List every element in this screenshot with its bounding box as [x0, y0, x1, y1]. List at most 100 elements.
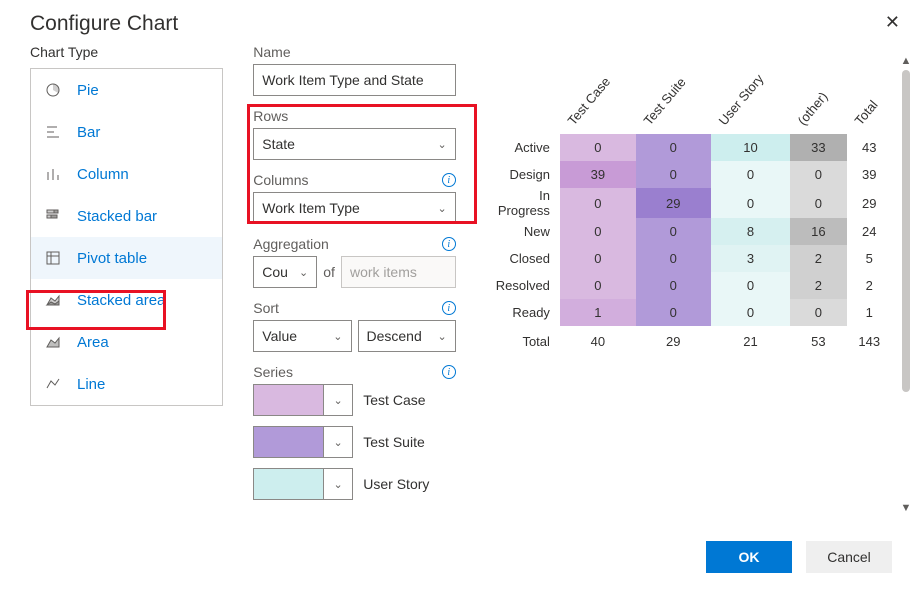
- chart-type-label: Chart Type: [30, 44, 223, 60]
- sort-label: Sort: [253, 300, 279, 316]
- chevron-down-icon: ⌄: [438, 138, 447, 151]
- aggregation-select[interactable]: Cou ⌄: [253, 256, 317, 288]
- chart-type-label: Pie: [77, 82, 99, 99]
- chevron-down-icon: ⌄: [333, 330, 342, 343]
- pivot-row-header: Closed: [496, 245, 560, 272]
- stacked-bar-icon: [43, 208, 63, 224]
- aggregation-target: work items: [341, 256, 456, 288]
- pivot-cell: 0: [636, 272, 711, 299]
- info-icon[interactable]: i: [442, 365, 456, 379]
- pivot-cell: 0: [560, 272, 636, 299]
- chart-type-label: Pivot table: [77, 250, 147, 267]
- pivot-row-header: In Progress: [496, 188, 560, 218]
- series-color-select[interactable]: ⌄: [253, 468, 353, 500]
- pivot-cell: 8: [711, 218, 790, 245]
- scrollbar[interactable]: ▲ ▼: [898, 54, 914, 515]
- info-icon[interactable]: i: [442, 301, 456, 315]
- cancel-button[interactable]: Cancel: [806, 541, 892, 573]
- pivot-row-header: Active: [496, 134, 560, 161]
- pivot-cell: 39: [560, 161, 636, 188]
- chart-type-label: Stacked bar: [77, 208, 157, 225]
- pivot-row-header: Resolved: [496, 272, 560, 299]
- series-name: Test Case: [363, 392, 425, 408]
- pivot-cell: 10: [711, 134, 790, 161]
- pivot-cell: 1: [560, 299, 636, 326]
- scroll-up-icon[interactable]: ▲: [898, 54, 914, 68]
- chart-type-bar[interactable]: Bar: [31, 111, 222, 153]
- name-label: Name: [253, 44, 290, 60]
- name-input[interactable]: Work Item Type and State: [253, 64, 455, 96]
- scroll-thumb[interactable]: [902, 70, 910, 392]
- aggregation-label: Aggregation: [253, 236, 329, 252]
- pivot-cell: 39: [847, 161, 892, 188]
- chart-type-label: Bar: [77, 124, 100, 141]
- chart-type-list: Pie Bar Column Stacked bar Pivot table Stacke…: [30, 68, 223, 406]
- series-row: ⌄User Story: [253, 468, 455, 500]
- pivot-cell: 0: [636, 218, 711, 245]
- series-label: Series: [253, 364, 293, 380]
- pivot-cell: 0: [636, 245, 711, 272]
- scroll-down-icon[interactable]: ▼: [898, 501, 914, 515]
- rows-label: Rows: [253, 108, 288, 124]
- pivot-cell: 0: [790, 188, 846, 218]
- chart-type-label: Column: [77, 166, 129, 183]
- chart-type-label: Line: [77, 376, 105, 393]
- pivot-row-header: New: [496, 218, 560, 245]
- pivot-cell: 29: [847, 188, 892, 218]
- pivot-col-header: Test Case: [560, 74, 636, 134]
- pivot-cell: 53: [790, 326, 846, 353]
- pivot-cell: 0: [711, 161, 790, 188]
- ok-button[interactable]: OK: [706, 541, 792, 573]
- chart-type-line[interactable]: Line: [31, 363, 222, 405]
- chart-type-label: Stacked area: [77, 292, 165, 309]
- color-swatch: [254, 469, 323, 499]
- pivot-cell: 143: [847, 326, 892, 353]
- chart-type-area[interactable]: Area: [31, 321, 222, 363]
- pivot-cell: 0: [790, 161, 846, 188]
- chevron-down-icon: ⌄: [323, 469, 352, 499]
- series-row: ⌄ Test Case: [253, 384, 455, 416]
- pivot-cell: 0: [560, 218, 636, 245]
- sort-by-select[interactable]: Value ⌄: [253, 320, 351, 352]
- pivot-cell: 3: [711, 245, 790, 272]
- pivot-cell: 0: [711, 272, 790, 299]
- pivot-cell: 2: [847, 272, 892, 299]
- info-icon[interactable]: i: [442, 173, 456, 187]
- pivot-cell: 33: [790, 134, 846, 161]
- chart-type-pie[interactable]: Pie: [31, 69, 222, 111]
- columns-select[interactable]: Work Item Type ⌄: [253, 192, 455, 224]
- pivot-cell: 2: [790, 245, 846, 272]
- info-icon[interactable]: i: [442, 237, 456, 251]
- dialog-title: Configure Chart: [0, 0, 922, 44]
- pivot-preview: Test CaseTest SuiteUser Story(other)Tota…: [496, 74, 892, 353]
- pivot-cell: 0: [560, 245, 636, 272]
- chart-type-column[interactable]: Column: [31, 153, 222, 195]
- pivot-row-header: Ready: [496, 299, 560, 326]
- chevron-down-icon: ⌄: [299, 266, 308, 279]
- color-swatch: [254, 385, 323, 415]
- pivot-cell: 21: [711, 326, 790, 353]
- bar-icon: [43, 124, 63, 140]
- pivot-cell: 29: [636, 188, 711, 218]
- pivot-col-header: (other): [790, 74, 846, 134]
- series-color-select[interactable]: ⌄: [253, 426, 353, 458]
- rows-select[interactable]: State ⌄: [253, 128, 455, 160]
- pie-icon: [43, 82, 63, 98]
- pivot-cell: 5: [847, 245, 892, 272]
- area-icon: [43, 334, 63, 350]
- pivot-cell: 0: [711, 188, 790, 218]
- series-row: ⌄Test Suite: [253, 426, 455, 458]
- pivot-cell: 0: [560, 134, 636, 161]
- chart-type-stacked-area[interactable]: Stacked area: [31, 279, 222, 321]
- chevron-down-icon: ⌄: [438, 330, 447, 343]
- pivot-cell: 1: [847, 299, 892, 326]
- sort-dir-select[interactable]: Descend ⌄: [358, 320, 456, 352]
- pivot-cell: 2: [790, 272, 846, 299]
- chart-type-pivot-table[interactable]: Pivot table: [31, 237, 222, 279]
- close-icon[interactable]: ✕: [885, 12, 900, 33]
- aggregation-of-label: of: [323, 264, 335, 280]
- series-color-select[interactable]: ⌄: [253, 384, 353, 416]
- pivot-cell: 40: [560, 326, 636, 353]
- color-swatch: [254, 427, 323, 457]
- chart-type-stacked-bar[interactable]: Stacked bar: [31, 195, 222, 237]
